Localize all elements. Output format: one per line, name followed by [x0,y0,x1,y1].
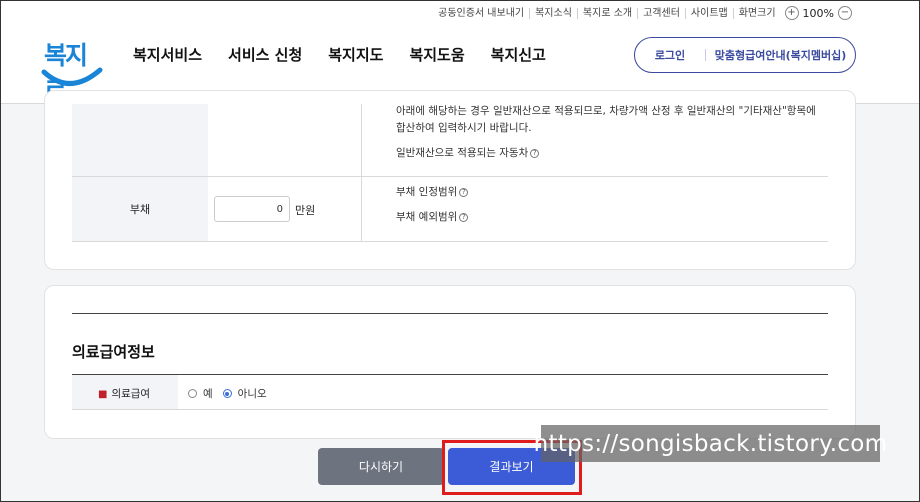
help-icon: ? [459,213,469,222]
zoom-level: 100% [802,6,834,20]
radio-no-label[interactable]: 아니오 [238,386,267,401]
radio-no[interactable] [222,389,232,398]
site-header: 공동인증서 내보내기 복지소식 복지로 소개 고객센터 사이트맵 화면크기 + … [0,0,920,106]
nav-welfare-services[interactable]: 복지서비스 [133,44,202,65]
radio-yes-label[interactable]: 예 [203,386,213,401]
login-box: 로그인 맞춤형급여안내(복지멤버십) [634,37,856,73]
util-link-cert-export[interactable]: 공동인증서 내보내기 [433,8,529,19]
asset-note: 아래에 해당하는 경우 일반재산으로 적용되므로, 차량가액 산정 후 일반재산… [396,105,816,134]
medical-radio-group: 예 아니오 [188,386,277,401]
help-icon: ? [530,149,540,158]
table-divider [361,104,362,241]
util-link-sitemap[interactable]: 사이트맵 [684,7,733,19]
zoom-out-button[interactable]: − [838,6,852,20]
section-top-rule [72,313,828,314]
membership-guide-button[interactable]: 맞춤형급여안내(복지멤버십) [706,47,855,63]
vehicle-general-asset-link[interactable]: 일반재산으로 적용되는 자동차? [396,145,540,160]
radio-yes[interactable] [188,389,197,398]
nav-welfare-report[interactable]: 복지신고 [491,44,546,65]
debt-exception-label: 부채 예외범위 [396,211,458,223]
vehicle-link-label: 일반재산으로 적용되는 자동차 [396,147,529,159]
main-navigation: 복지서비스 서비스 신청 복지지도 복지도움 복지신고 [120,44,559,65]
debt-range-link[interactable]: 부채 인정범위? [396,184,469,199]
medical-section-title: 의료급여정보 [72,343,155,361]
utility-bar: 공동인증서 내보내기 복지소식 복지로 소개 고객센터 사이트맵 화면크기 + … [433,6,856,20]
medical-field-text: 의료급여 [111,388,151,400]
login-button[interactable]: 로그인 [635,47,705,63]
util-link-support[interactable]: 고객센터 [637,7,685,19]
debt-range-label: 부채 인정범위 [396,186,458,198]
logo-smile-icon [41,67,103,86]
medical-table-bottom-rule [72,409,828,410]
nav-welfare-map[interactable]: 복지지도 [328,44,383,65]
watermark: https://songisback.tistory.com [534,425,887,462]
medical-card [44,285,856,439]
debt-unit: 만원 [295,204,316,217]
debt-exception-link[interactable]: 부채 예외범위? [396,209,469,224]
debt-amount-input[interactable] [214,196,290,222]
required-mark: ■ [98,389,108,400]
table-row-divider [72,176,828,177]
table-bottom-line [72,241,828,242]
debt-label: 부채 [129,203,151,216]
help-icon: ? [459,188,469,197]
medical-table-top-rule [72,374,828,375]
util-link-about[interactable]: 복지로 소개 [576,7,637,19]
nav-service-apply[interactable]: 서비스 신청 [228,44,302,65]
table-header-column [72,104,208,241]
medical-field-label: ■ 의료급여 [98,386,150,401]
zoom-in-button[interactable]: + [784,6,799,20]
util-screen-size-label: 화면크기 [732,7,781,19]
nav-welfare-help[interactable]: 복지도움 [409,44,464,65]
reset-button[interactable]: 다시하기 [318,448,444,485]
util-link-news[interactable]: 복지소식 [529,7,577,19]
site-logo[interactable]: 복지로 [40,36,104,106]
